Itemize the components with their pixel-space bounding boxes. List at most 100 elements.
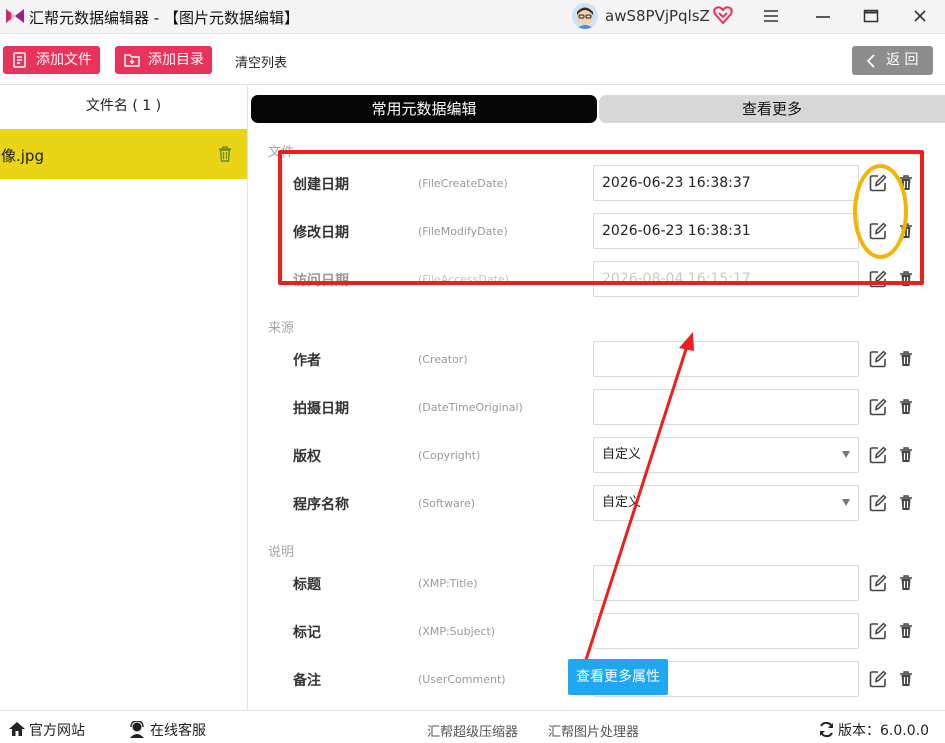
software-select-value: 自定义	[602, 495, 642, 510]
trash-icon[interactable]	[899, 351, 917, 369]
version-info[interactable]: 版本：6.0.0.0	[818, 720, 929, 740]
edit-icon[interactable]	[869, 222, 887, 240]
dropdown-caret-icon	[842, 499, 850, 506]
clear-list-button[interactable]: 清空列表	[235, 52, 287, 71]
edit-icon[interactable]	[869, 446, 887, 464]
edit-icon[interactable]	[869, 398, 887, 416]
trash-icon[interactable]	[899, 175, 917, 193]
field-label-copyright: 版权	[293, 449, 321, 465]
field-key-creator: (Creator)	[418, 353, 468, 366]
subject-input[interactable]	[593, 613, 859, 649]
create-date-input[interactable]: 2026-06-23 16:38:37	[593, 165, 859, 201]
field-label-datetime-original: 拍摄日期	[293, 401, 349, 417]
tab-common-metadata[interactable]: 常用元数据编辑	[251, 95, 597, 123]
menu-button[interactable]	[759, 5, 783, 27]
field-key-access-date: (FileAccessDate)	[418, 273, 509, 286]
edit-icon[interactable]	[869, 670, 887, 688]
toolbar: 添加文件 添加目录 清空列表 返 回	[0, 35, 945, 85]
minimize-button[interactable]	[811, 5, 835, 27]
trash-icon[interactable]	[899, 495, 917, 513]
official-site-link[interactable]: 官方网站	[8, 720, 85, 740]
field-key-subject: (XMP:Subject)	[418, 625, 496, 638]
compressor-link[interactable]: 汇帮超级压缩器	[427, 721, 518, 740]
field-label-create-date: 创建日期	[293, 177, 349, 193]
field-key-title: (XMP:Title)	[418, 577, 478, 590]
modify-date-input[interactable]: 2026-06-23 16:38:31	[593, 213, 859, 249]
creator-input[interactable]	[593, 341, 859, 377]
add-folder-label: 添加目录	[148, 52, 204, 68]
copyright-select-value: 自定义	[602, 447, 642, 462]
add-file-button[interactable]: 添加文件	[3, 46, 100, 74]
vip-heart-icon[interactable]	[713, 5, 733, 25]
version-label: 版本：6.0.0.0	[838, 723, 929, 739]
field-label-subject: 标记	[293, 625, 321, 641]
field-label-software: 程序名称	[293, 497, 349, 513]
trash-icon[interactable]	[899, 671, 917, 689]
view-more-properties-button[interactable]: 查看更多属性	[568, 659, 668, 695]
user-name[interactable]: awS8PVjPqlsZ	[605, 7, 710, 25]
online-service-link[interactable]: 在线客服	[128, 720, 206, 740]
chevron-left-icon	[866, 54, 875, 68]
minimize-icon	[816, 16, 830, 18]
field-key-user-comment: (UserComment)	[418, 673, 506, 686]
add-file-label: 添加文件	[36, 52, 92, 68]
maximize-icon	[863, 9, 879, 23]
software-select[interactable]: 自定义	[593, 485, 859, 521]
trash-icon[interactable]	[899, 399, 917, 417]
back-label: 返 回	[886, 52, 919, 68]
app-logo-icon	[6, 9, 24, 23]
edit-icon[interactable]	[869, 622, 887, 640]
field-key-modify-date: (FileModifyDate)	[418, 225, 508, 238]
customer-service-icon	[130, 721, 144, 738]
edit-icon[interactable]	[869, 494, 887, 512]
trash-icon[interactable]	[899, 223, 917, 241]
online-service-label: 在线客服	[150, 723, 206, 739]
section-title-file: 文件	[268, 145, 295, 160]
trash-icon[interactable]	[899, 447, 917, 465]
official-site-label: 官方网站	[29, 723, 85, 739]
edit-icon[interactable]	[869, 174, 887, 192]
datetime-original-input[interactable]	[593, 389, 859, 425]
field-key-software: (Software)	[418, 497, 476, 510]
tab-view-more[interactable]: 查看更多	[599, 95, 945, 123]
add-folder-icon	[124, 54, 140, 67]
window-title: 汇帮元数据编辑器 - 【图片元数据编辑】	[29, 9, 299, 27]
close-button[interactable]	[908, 5, 932, 27]
add-folder-button[interactable]: 添加目录	[115, 46, 212, 74]
field-key-datetime-original: (DateTimeOriginal)	[418, 401, 523, 414]
home-icon	[9, 722, 25, 736]
field-label-creator: 作者	[293, 353, 321, 369]
status-bar: 官方网站 在线客服 汇帮超级压缩器 汇帮图片处理器 版本：6.0.0.0	[0, 710, 945, 743]
edit-icon[interactable]	[869, 574, 887, 592]
file-list-panel: 文件名 ( 1 ) 头像.jpg	[0, 86, 248, 710]
close-icon	[914, 10, 926, 22]
edit-icon[interactable]	[869, 350, 887, 368]
title-bar: 汇帮元数据编辑器 - 【图片元数据编辑】 awS8PVjPqlsZ	[0, 0, 945, 34]
back-button[interactable]: 返 回	[852, 46, 933, 75]
field-label-access-date: 访问日期	[293, 273, 349, 289]
section-title-description: 说明	[268, 545, 295, 560]
refresh-icon	[820, 721, 833, 738]
trash-icon[interactable]	[899, 623, 917, 641]
section-title-source: 来源	[268, 321, 295, 336]
image-processor-link[interactable]: 汇帮图片处理器	[548, 721, 639, 740]
field-label-user-comment: 备注	[293, 673, 321, 689]
avatar-face-icon	[576, 7, 594, 29]
trash-icon[interactable]	[218, 146, 232, 162]
field-key-copyright: (Copyright)	[418, 449, 481, 462]
maximize-button[interactable]	[859, 5, 883, 27]
hamburger-icon	[764, 10, 778, 22]
file-list-header: 文件名 ( 1 )	[85, 98, 162, 114]
file-list-item[interactable]: 头像.jpg	[0, 129, 247, 179]
copyright-select[interactable]: 自定义	[593, 437, 859, 473]
user-avatar[interactable]	[572, 3, 598, 29]
field-label-title: 标题	[293, 577, 321, 593]
title-input[interactable]	[593, 565, 859, 601]
trash-icon[interactable]	[899, 575, 917, 593]
add-file-icon	[13, 52, 26, 68]
edit-icon[interactable]	[869, 270, 887, 288]
access-date-input[interactable]: 2026-08-04 16:15:17	[593, 261, 859, 297]
field-label-modify-date: 修改日期	[293, 225, 349, 241]
trash-icon[interactable]	[899, 271, 917, 289]
file-name: 头像.jpg	[0, 147, 44, 165]
